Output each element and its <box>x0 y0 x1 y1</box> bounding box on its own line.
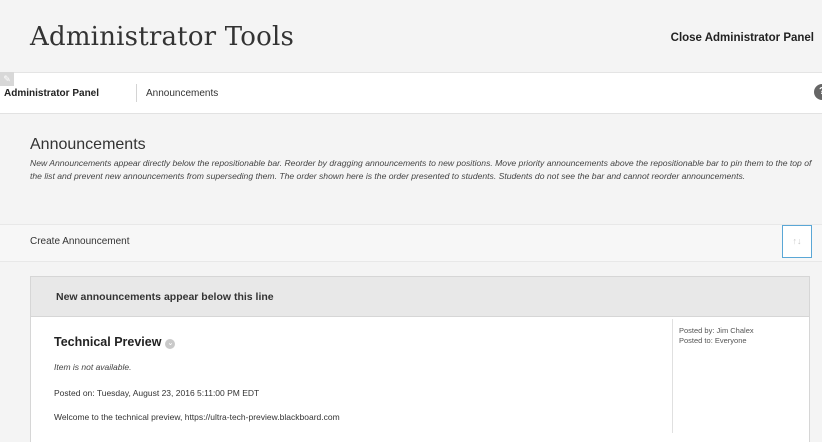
announcement-title[interactable]: Technical Preview ⌄ <box>54 335 176 349</box>
breadcrumb <box>0 72 822 114</box>
section-heading: Announcements <box>30 136 146 153</box>
announcement-posted-by: Posted by: Jim Chalex <box>679 326 754 335</box>
section-description: New Announcements appear directly below … <box>30 158 812 181</box>
close-panel-link[interactable]: Close Administrator Panel <box>671 32 814 44</box>
announcement-title-text[interactable]: Technical Preview <box>54 335 161 349</box>
unavailable-status-icon[interactable]: ⌄ <box>165 339 176 349</box>
page-title: Administrator Tools <box>30 22 295 52</box>
announcement-meta-divider <box>672 319 673 433</box>
announcement-list: New announcements appear below this line… <box>30 276 810 442</box>
announcement-body: Welcome to the technical preview, https:… <box>54 412 340 422</box>
repositionable-bar[interactable]: New announcements appear below this line <box>31 277 809 317</box>
announcement-posted-to: Posted to: Everyone <box>679 336 747 345</box>
breadcrumb-item-administrator-panel[interactable]: Administrator Panel <box>4 88 99 99</box>
repositionable-bar-label: New announcements appear below this line <box>56 291 274 303</box>
pencil-icon[interactable]: ✎ <box>0 72 14 86</box>
create-announcement-button[interactable]: Create Announcement <box>30 236 130 247</box>
breadcrumb-item-announcements: Announcements <box>146 88 219 99</box>
reorder-arrows-icon[interactable]: ↑↓ <box>782 225 812 258</box>
announcement-posted-on: Posted on: Tuesday, August 23, 2016 5:11… <box>54 388 260 398</box>
announcement-availability: Item is not available. <box>54 362 132 372</box>
breadcrumb-separator <box>136 84 137 102</box>
